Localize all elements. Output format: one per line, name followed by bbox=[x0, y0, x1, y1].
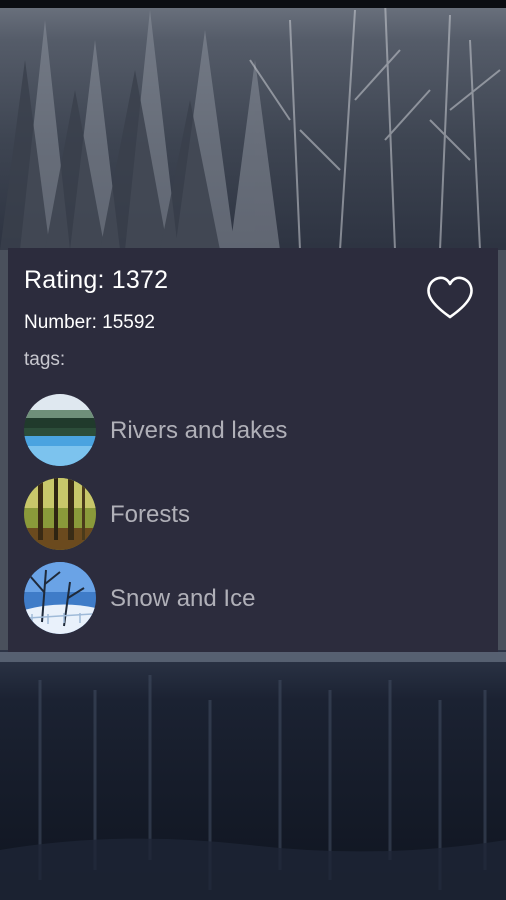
tag-item-snow-and-ice[interactable]: Snow and Ice bbox=[24, 562, 494, 636]
tags-label: tags: bbox=[24, 349, 66, 370]
forest-thumbnail bbox=[24, 478, 96, 550]
favorite-button[interactable] bbox=[426, 276, 474, 320]
river-lake-thumbnail bbox=[24, 394, 96, 466]
number-text: Number: 15592 bbox=[24, 312, 155, 333]
heart-outline-icon bbox=[427, 276, 473, 319]
rating-text: Rating: 1372 bbox=[24, 266, 169, 294]
tag-item-forests[interactable]: Forests bbox=[24, 478, 494, 552]
photo-info-card: Rating: 1372 Number: 15592 tags: Rivers … bbox=[8, 248, 498, 652]
tag-label: Rivers and lakes bbox=[110, 417, 288, 444]
tag-label: Snow and Ice bbox=[110, 585, 256, 612]
tag-item-rivers-and-lakes[interactable]: Rivers and lakes bbox=[24, 394, 494, 468]
photo-detail-screen: Rating: 1372 Number: 15592 tags: Rivers … bbox=[0, 0, 506, 900]
status-bar-strip bbox=[0, 0, 506, 8]
snow-ice-thumbnail bbox=[24, 562, 96, 634]
tag-label: Forests bbox=[110, 501, 191, 528]
